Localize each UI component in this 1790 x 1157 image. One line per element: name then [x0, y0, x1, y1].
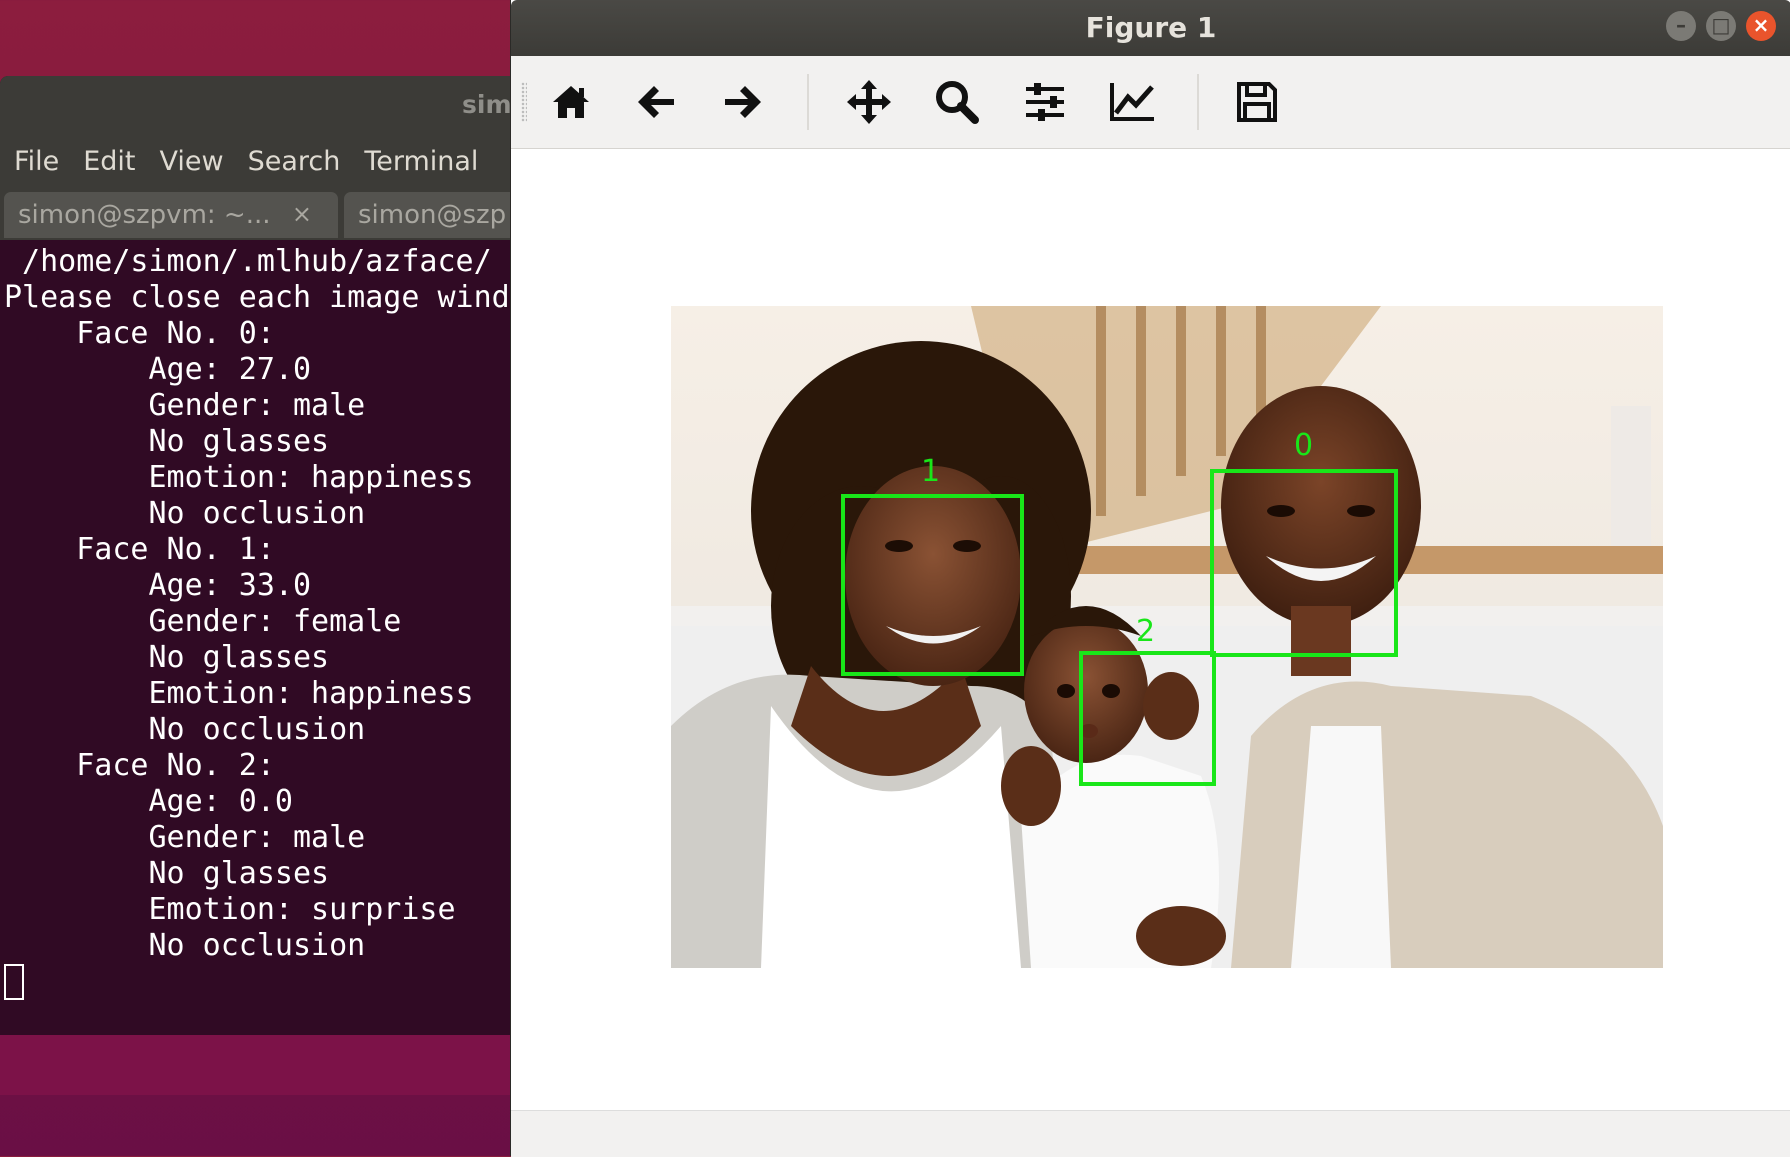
- forward-arrow-icon: [725, 86, 761, 118]
- terminal-line: No glasses: [4, 856, 330, 891]
- figure-window: Figure 1 – □ × 0 1 2: [510, 0, 1790, 1157]
- save-icon: [1237, 82, 1277, 122]
- back-button[interactable]: [630, 76, 682, 128]
- configure-subplots-icon: [1026, 83, 1064, 121]
- forward-button[interactable]: [717, 76, 769, 128]
- terminal-line: Face No. 0:: [4, 316, 275, 351]
- minimize-button[interactable]: –: [1666, 11, 1696, 41]
- terminal-line: No glasses: [4, 640, 330, 675]
- terminal-line: Face No. 2:: [4, 748, 275, 783]
- back-arrow-icon: [638, 86, 674, 118]
- tab-close-icon[interactable]: ×: [292, 200, 312, 228]
- terminal-title: sim: [462, 90, 512, 119]
- menu-search[interactable]: Search: [248, 146, 341, 177]
- terminal-line: Please close each image wind: [4, 280, 510, 315]
- terminal-line: Gender: male: [4, 820, 366, 855]
- toolbar-separator: [807, 74, 809, 130]
- menu-edit[interactable]: Edit: [83, 146, 135, 177]
- face-box-2: [1079, 651, 1216, 786]
- toolbar-separator: [1197, 74, 1199, 130]
- figure-title: Figure 1: [1085, 11, 1217, 44]
- edit-axes-button[interactable]: [1107, 76, 1159, 128]
- configure-subplots-button[interactable]: [1019, 76, 1071, 128]
- menu-terminal[interactable]: Terminal: [364, 146, 478, 177]
- terminal-tab-2[interactable]: simon@szp: [344, 192, 520, 238]
- face-label-1: 1: [921, 454, 941, 489]
- face-box-0: [1210, 469, 1398, 657]
- close-button[interactable]: ×: [1746, 11, 1776, 41]
- terminal-line: Emotion: happiness: [4, 460, 474, 495]
- terminal-line: No occlusion: [4, 928, 366, 963]
- face-label-0: 0: [1294, 428, 1314, 463]
- terminal-line: Gender: male: [4, 388, 366, 423]
- terminal-cursor-line: [4, 964, 520, 1000]
- terminal-line: No occlusion: [4, 496, 366, 531]
- terminal-line: No occlusion: [4, 712, 366, 747]
- terminal-tabbar: simon@szpvm: ~... × simon@szp: [0, 188, 520, 240]
- terminal-cursor: [4, 964, 24, 1000]
- home-icon: [553, 86, 589, 118]
- terminal-tab-label: simon@szpvm: ~...: [18, 200, 271, 230]
- menu-view[interactable]: View: [159, 146, 223, 177]
- terminal-titlebar[interactable]: sim: [0, 76, 520, 134]
- terminal-line: No glasses: [4, 424, 330, 459]
- menu-file[interactable]: File: [14, 146, 59, 177]
- pan-icon: [847, 80, 891, 124]
- zoom-icon: [936, 81, 979, 124]
- family-photo: 0 1 2: [671, 306, 1663, 968]
- terminal-line: Face No. 1:: [4, 532, 275, 567]
- figure-canvas[interactable]: 0 1 2: [511, 149, 1790, 1110]
- terminal-menubar: File Edit View Search Terminal: [0, 134, 520, 188]
- face-box-1: [841, 494, 1024, 676]
- terminal-line: Age: 0.0: [4, 784, 293, 819]
- face-label-2: 2: [1136, 614, 1156, 649]
- terminal-tab-1[interactable]: simon@szpvm: ~... ×: [4, 192, 338, 238]
- home-button[interactable]: [545, 76, 597, 128]
- save-button[interactable]: [1231, 76, 1283, 128]
- edit-axes-icon: [1110, 83, 1154, 121]
- terminal-line: Age: 27.0: [4, 352, 312, 387]
- figure-toolbar: [511, 56, 1790, 149]
- terminal-line: Emotion: happiness: [4, 676, 474, 711]
- terminal-line: Emotion: surprise: [4, 892, 456, 927]
- terminal-line: /home/simon/.mlhub/azface/: [4, 244, 492, 279]
- terminal-output[interactable]: /home/simon/.mlhub/azface/Please close e…: [0, 240, 520, 1000]
- figure-titlebar[interactable]: Figure 1 – □ ×: [511, 0, 1790, 56]
- pan-button[interactable]: [843, 76, 895, 128]
- photo-illustration: [671, 306, 1663, 968]
- maximize-button[interactable]: □: [1706, 11, 1736, 41]
- zoom-button[interactable]: [931, 76, 983, 128]
- terminal-line: Gender: female: [4, 604, 402, 639]
- terminal-line: Age: 33.0: [4, 568, 312, 603]
- toolbar-grip[interactable]: [521, 82, 527, 122]
- figure-statusbar: [511, 1110, 1790, 1157]
- desktop-background-strip: [0, 1035, 510, 1095]
- terminal-tab-label: simon@szp: [358, 200, 507, 230]
- terminal-window: sim File Edit View Search Terminal simon…: [0, 76, 520, 1038]
